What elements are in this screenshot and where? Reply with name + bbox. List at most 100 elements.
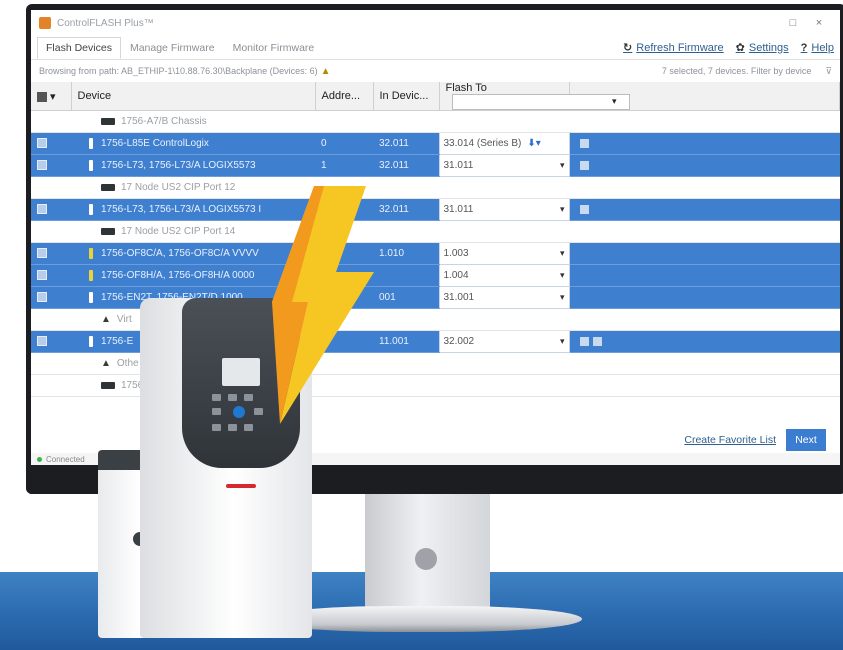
flash-cell-empty (439, 176, 569, 199)
lightning-bolt-icon (272, 186, 374, 424)
extra-cell (569, 352, 840, 375)
chevron-down-icon[interactable]: ▾ (560, 270, 565, 281)
extra-cell (569, 286, 840, 309)
chevron-down-icon[interactable]: ▾ (560, 336, 565, 347)
row-checkbox[interactable] (37, 292, 47, 303)
users-icon[interactable] (579, 160, 589, 170)
row-checkbox[interactable] (37, 138, 47, 149)
flash-to-bulk-select[interactable]: ▾ (451, 94, 630, 110)
device-module-icon (89, 203, 93, 215)
chevron-down-icon[interactable]: ▾ (560, 248, 565, 259)
table-row[interactable]: 1756-L73, 1756-L73/A LOGIX5573 1 32.011 31.… (31, 154, 840, 177)
help-link[interactable]: ? Help (801, 42, 834, 54)
refresh-firmware-link[interactable]: ↻ Refresh Firmware (623, 41, 724, 55)
chevron-down-icon[interactable]: ▾ (560, 292, 565, 303)
extra-cell (569, 308, 840, 331)
row-check-cell (31, 308, 71, 331)
flash-to-select[interactable]: 31.001 ▾ (438, 286, 570, 309)
settings-link[interactable]: ✿ Settings (736, 41, 789, 55)
table-group-row[interactable]: 17 Node US2 CIP Port 14 (31, 220, 840, 243)
group-label: 17 Node US2 CIP Port 14 (121, 226, 236, 237)
backplane-icon (101, 227, 115, 235)
chevron-down-icon[interactable]: ▾ (560, 204, 565, 215)
flash-to-select[interactable]: 33.014 (Series B) ⬇▾ (438, 132, 570, 155)
column-device[interactable]: Device (71, 82, 316, 111)
row-check-cell[interactable] (31, 286, 71, 309)
table-row[interactable]: 1756-OF8H/A, 1756-OF8H/A 0000 1.004 ▾ (31, 264, 840, 287)
refresh-icon: ↻ (623, 42, 633, 54)
users-icon[interactable] (579, 204, 589, 214)
in-device-cell: 32.011 (373, 198, 439, 221)
keypad-key (212, 408, 221, 415)
row-check-cell[interactable] (31, 264, 71, 287)
extra-cell (569, 176, 840, 199)
backplane-icon (101, 117, 115, 125)
table-row[interactable]: 1756-OF8C/A, 1756-OF8C/A VVVV 1.010 1.003 ▾ (31, 242, 840, 265)
flash-to-select[interactable]: 31.011 ▾ (438, 154, 570, 177)
row-check-cell (31, 176, 71, 199)
group-cell: 17 Node US2 CIP Port 12 (71, 176, 439, 199)
row-check-cell (31, 220, 71, 243)
keypad-center-button (233, 406, 245, 418)
gear-icon[interactable] (579, 336, 589, 346)
create-favorite-list-link[interactable]: Create Favorite List (684, 434, 776, 446)
next-button[interactable]: Next (786, 429, 826, 451)
row-check-cell[interactable] (31, 154, 71, 177)
select-all-checkbox[interactable] (37, 91, 47, 102)
flash-to-select[interactable]: 32.002 ▾ (438, 330, 570, 353)
in-device-cell: 32.011 (373, 154, 439, 177)
controller-red-indicator (226, 484, 256, 488)
notes-icon[interactable] (579, 138, 589, 148)
keypad-key (228, 394, 237, 401)
table-group-row[interactable]: 1756-A7/B Chassis (31, 110, 840, 133)
tab-flash-devices[interactable]: Flash Devices (37, 36, 121, 59)
extra-cell (569, 198, 840, 221)
row-checkbox[interactable] (37, 336, 47, 347)
row-check-cell (31, 110, 71, 133)
flash-to-select[interactable]: 31.011 ▾ (438, 198, 570, 221)
column-address[interactable]: Addre... (315, 82, 374, 111)
row-check-cell[interactable] (31, 198, 71, 221)
row-check-cell[interactable] (31, 330, 71, 353)
notes-icon[interactable] (592, 336, 602, 346)
network-icon: ▲ (101, 314, 111, 325)
in-device-cell: 11.001 (373, 330, 439, 353)
group-cell: 17 Node US2 CIP Port 14 (71, 220, 439, 243)
table-group-row[interactable]: 17 Node US2 CIP Port 12 (31, 176, 840, 199)
device-module-icon (89, 291, 93, 303)
flash-cell-empty (439, 110, 569, 133)
chevron-down-icon[interactable]: ▾ (560, 160, 565, 171)
select-all-header[interactable]: ▾ (31, 82, 72, 111)
row-check-cell[interactable] (31, 242, 71, 265)
device-cell: 1756-L85E ControlLogix (71, 132, 315, 155)
filter-icon[interactable]: ⊽ (825, 66, 832, 77)
row-checkbox[interactable] (37, 270, 47, 281)
extra-cell (569, 132, 840, 155)
column-flash-to[interactable]: Flash To ▾ (439, 82, 630, 111)
table-row[interactable]: 1756-L73, 1756-L73/A LOGIX5573 I 32.011 31… (31, 198, 840, 221)
flash-to-value: 32.002 (443, 336, 475, 347)
device-name: 1756-E (101, 336, 134, 348)
tab-monitor-firmware[interactable]: Monitor Firmware (224, 37, 324, 59)
network-browse-icon[interactable]: ▲ (321, 66, 331, 77)
monitor-stand-neck (365, 494, 490, 612)
flash-to-select[interactable]: 1.003 ▾ (438, 242, 570, 265)
in-device-cell: 32.011 (373, 132, 439, 155)
app-logo-icon (39, 17, 51, 29)
device-module-icon (89, 137, 93, 149)
tab-manage-firmware[interactable]: Manage Firmware (121, 37, 224, 59)
row-checkbox[interactable] (37, 204, 47, 215)
maximize-button[interactable]: □ (780, 17, 806, 29)
flash-to-select[interactable]: 1.004 ▾ (438, 264, 570, 287)
table-row[interactable]: 1756-L85E ControlLogix 0 32.011 33.014 (Ser… (31, 132, 840, 155)
row-check-cell[interactable] (31, 132, 71, 155)
download-firmware-icon[interactable]: ⬇▾ (527, 138, 540, 149)
row-checkbox[interactable] (37, 248, 47, 259)
help-label: Help (811, 41, 834, 54)
keypad-key (244, 424, 253, 431)
flash-cell-empty (439, 374, 569, 397)
column-in-device[interactable]: In Devic... (373, 82, 440, 111)
row-checkbox[interactable] (37, 160, 47, 171)
close-button[interactable]: × (806, 17, 832, 29)
group-cell: 1756-A7/B Chassis (71, 110, 439, 133)
